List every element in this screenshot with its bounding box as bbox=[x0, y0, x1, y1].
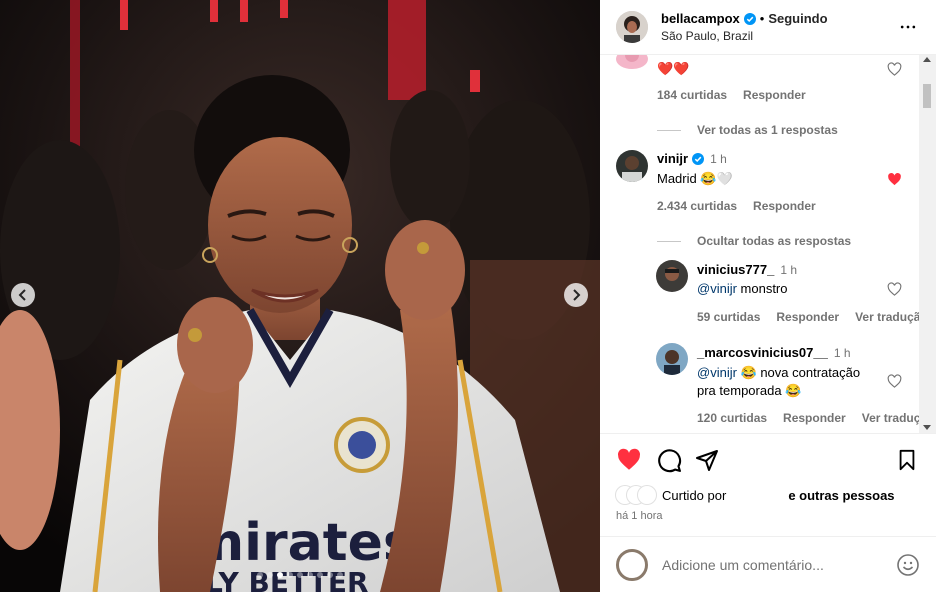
carousel-dots bbox=[0, 572, 600, 578]
comment-liked-heart-icon[interactable] bbox=[887, 172, 902, 187]
comment-input[interactable] bbox=[662, 556, 896, 573]
verified-badge-icon bbox=[743, 12, 756, 25]
jersey-text-2: LY BETTER bbox=[205, 566, 369, 592]
reply-avatar[interactable] bbox=[656, 260, 688, 292]
reply-like-heart-icon[interactable] bbox=[887, 374, 902, 389]
post-image: mirates LY BETTER bbox=[0, 0, 600, 592]
comment-reply-button[interactable]: Responder bbox=[753, 199, 816, 213]
comments-list[interactable]: ❤️❤️ 184 curtidas Responder Ver todas as… bbox=[600, 55, 936, 434]
comment-text: ❤️❤️ bbox=[657, 61, 690, 76]
comment-like-heart-icon[interactable] bbox=[887, 62, 902, 77]
following-button[interactable]: Seguindo bbox=[768, 11, 827, 26]
hide-replies-label: Ocultar todas as respostas bbox=[697, 234, 852, 248]
bookmark-icon bbox=[899, 449, 915, 471]
reply-header: _marcosvinicius07__ 1 h bbox=[697, 345, 851, 360]
more-horizontal-icon bbox=[900, 25, 916, 29]
comment-likes-count[interactable]: 2.434 curtidas bbox=[657, 199, 737, 213]
reply-text: @vinijr monstro bbox=[697, 281, 788, 296]
comment-avatar[interactable] bbox=[616, 55, 648, 69]
reply-mention[interactable]: @vinijr bbox=[697, 281, 737, 296]
reply-header: vinicius777_ 1 h bbox=[697, 262, 797, 277]
carousel-dot bbox=[307, 572, 313, 578]
post-actions-bar bbox=[600, 434, 936, 486]
post-photo[interactable]: mirates LY BETTER bbox=[0, 0, 600, 592]
post-header: bellacampox • Seguindo São Paulo, Brazil bbox=[600, 0, 936, 55]
author-avatar[interactable] bbox=[616, 11, 648, 43]
more-options-button[interactable] bbox=[896, 15, 920, 39]
carousel-next-button[interactable] bbox=[564, 283, 588, 307]
carousel-dot bbox=[277, 572, 283, 578]
save-button[interactable] bbox=[894, 447, 920, 473]
comment-meta: 2.434 curtidas Responder bbox=[657, 199, 816, 213]
reply-mention[interactable]: @vinijr bbox=[697, 365, 737, 380]
reply-likes-count[interactable]: 59 curtidas bbox=[697, 310, 760, 324]
jersey-text-1: mirates bbox=[190, 513, 414, 573]
liked-by-row: Curtido por e outras pessoas bbox=[600, 486, 936, 504]
reply-reply-button[interactable]: Responder bbox=[776, 310, 839, 324]
comments-scrollbar[interactable] bbox=[919, 55, 936, 433]
carousel-dot bbox=[257, 572, 263, 578]
view-replies-label: Ver todas as 1 respostas bbox=[697, 123, 838, 137]
comment-username[interactable]: vinijr bbox=[657, 151, 688, 166]
like-button[interactable] bbox=[616, 447, 642, 473]
chevron-right-icon bbox=[573, 289, 581, 301]
carousel-dot bbox=[337, 572, 343, 578]
verified-badge-icon bbox=[692, 152, 705, 165]
add-comment-bar bbox=[600, 536, 936, 592]
carousel-dot bbox=[327, 572, 333, 578]
viewer-avatar bbox=[616, 548, 648, 581]
post-side-panel: bellacampox • Seguindo São Paulo, Brazil… bbox=[600, 0, 936, 592]
vinijr-comment-header: vinijr 1 h bbox=[657, 151, 727, 166]
liked-by-others[interactable]: e outras pessoas bbox=[788, 488, 894, 503]
scroll-down-arrow-icon[interactable] bbox=[923, 425, 931, 430]
reply-time: 1 h bbox=[780, 262, 798, 277]
share-button[interactable] bbox=[694, 447, 720, 473]
scroll-up-arrow-icon[interactable] bbox=[923, 57, 931, 62]
liked-by-prefix: Curtido por bbox=[662, 487, 727, 503]
comment-text: Madrid 😂🤍 bbox=[657, 171, 733, 186]
view-replies-button[interactable]: Ver todas as 1 respostas bbox=[657, 123, 838, 137]
heart-filled-icon bbox=[618, 448, 641, 470]
chevron-left-icon bbox=[18, 289, 26, 301]
reply-meta: 59 curtidas Responder Ver tradução bbox=[697, 310, 928, 324]
reply-text: @vinijr 😂 nova contratação pra temporada … bbox=[697, 365, 861, 398]
carousel-dot bbox=[297, 572, 303, 578]
liked-by-avatars[interactable] bbox=[616, 486, 656, 504]
reply-likes-count[interactable]: 120 curtidas bbox=[697, 411, 767, 425]
vinijr-avatar[interactable] bbox=[616, 150, 648, 182]
scroll-thumb[interactable] bbox=[923, 84, 931, 108]
reply-translate-button[interactable]: Ver tradução bbox=[855, 310, 928, 324]
carousel-dot bbox=[287, 572, 293, 578]
reply-time: 1 h bbox=[833, 345, 851, 360]
post-timestamp[interactable]: há 1 hora bbox=[600, 510, 936, 524]
comment-bubble-icon bbox=[657, 448, 681, 472]
hide-replies-button[interactable]: Ocultar todas as respostas bbox=[657, 234, 851, 248]
comment-meta: 184 curtidas Responder bbox=[657, 88, 806, 102]
comment-likes-count[interactable]: 184 curtidas bbox=[657, 88, 727, 102]
reply-reply-button[interactable]: Responder bbox=[783, 411, 846, 425]
emoji-picker-icon[interactable] bbox=[896, 553, 920, 577]
comment-time: 1 h bbox=[710, 151, 727, 166]
reply-username[interactable]: _marcosvinicius07__ bbox=[697, 345, 828, 360]
header-separator: • bbox=[759, 11, 765, 26]
carousel-dot bbox=[267, 572, 273, 578]
reply-avatar[interactable] bbox=[656, 343, 688, 375]
post-location[interactable]: São Paulo, Brazil bbox=[661, 29, 896, 43]
reply-meta: 120 curtidas Responder Ver tradução bbox=[697, 411, 934, 425]
carousel-dot bbox=[317, 572, 323, 578]
carousel-prev-button[interactable] bbox=[11, 283, 35, 307]
reply-like-heart-icon[interactable] bbox=[887, 282, 902, 297]
paper-plane-icon bbox=[696, 450, 718, 471]
author-username[interactable]: bellacampox bbox=[661, 11, 740, 26]
comment-button[interactable] bbox=[656, 447, 682, 473]
reply-username[interactable]: vinicius777_ bbox=[697, 262, 774, 277]
comment-reply-button[interactable]: Responder bbox=[743, 88, 806, 102]
